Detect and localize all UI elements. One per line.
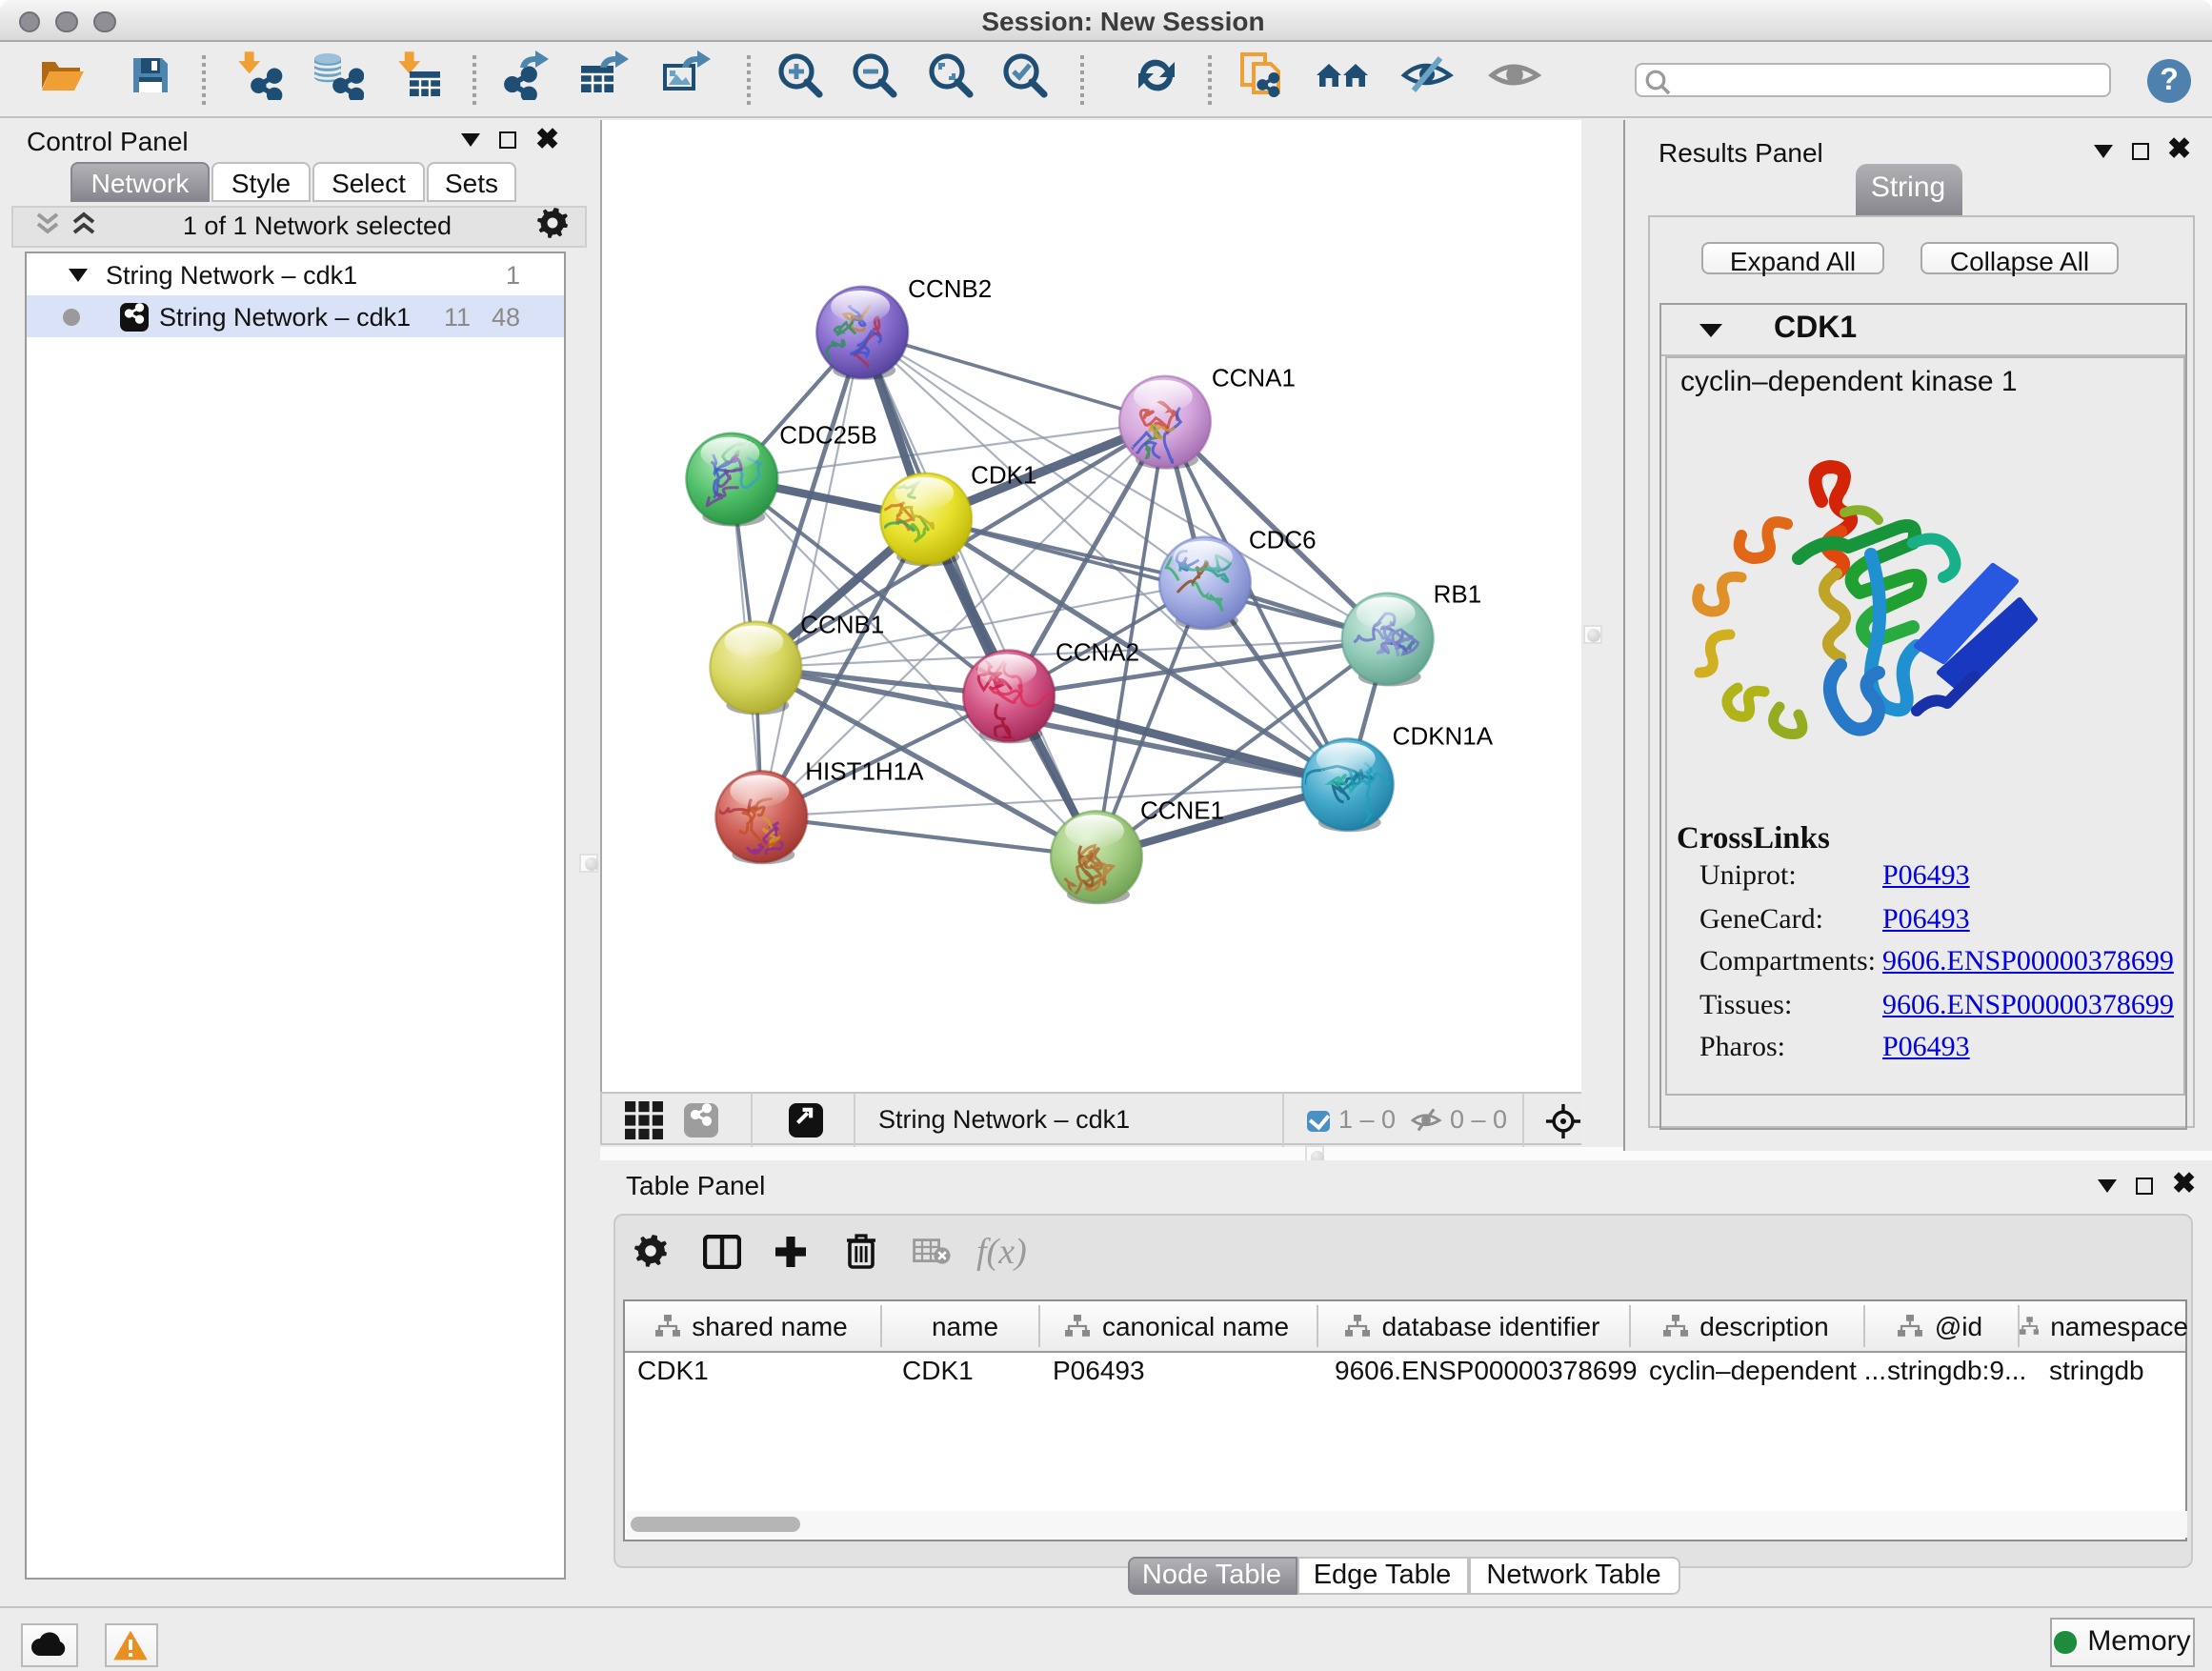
svg-text:CDC6: CDC6 bbox=[1249, 525, 1317, 554]
svg-text:CCNA1: CCNA1 bbox=[1212, 363, 1296, 392]
svg-text:CDK1: CDK1 bbox=[971, 460, 1036, 489]
svg-text:HIST1H1A: HIST1H1A bbox=[805, 755, 924, 784]
svg-text:CDC25B: CDC25B bbox=[779, 420, 876, 449]
svg-text:CCNA2: CCNA2 bbox=[1056, 636, 1139, 665]
svg-text:CCNE1: CCNE1 bbox=[1140, 795, 1224, 823]
svg-text:RB1: RB1 bbox=[1434, 579, 1482, 608]
svg-text:CDKN1A: CDKN1A bbox=[1393, 720, 1494, 749]
svg-text:CCNB2: CCNB2 bbox=[908, 273, 992, 302]
svg-text:CCNB1: CCNB1 bbox=[800, 609, 884, 637]
